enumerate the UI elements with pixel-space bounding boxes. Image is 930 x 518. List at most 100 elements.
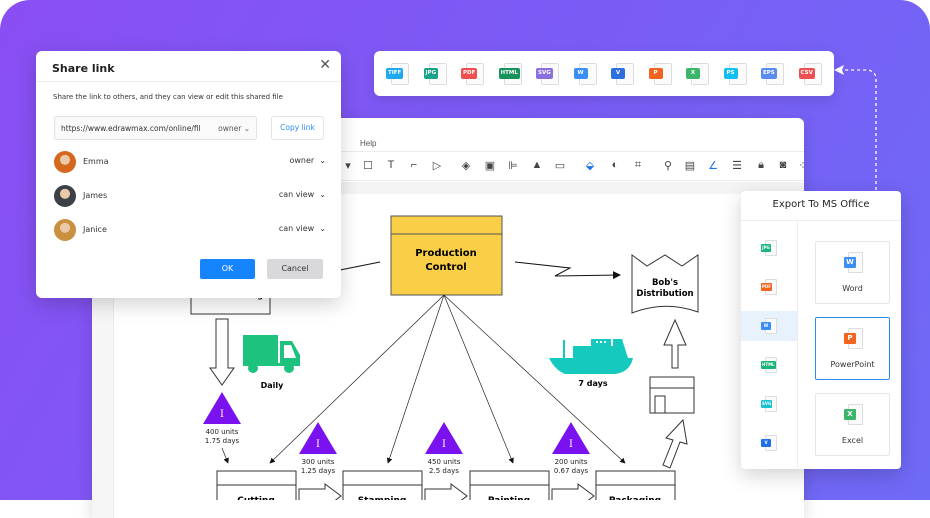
cancel-button[interactable]: Cancel [267,259,323,279]
export-word-button[interactable]: W Word [815,241,890,304]
shipment-arrow-up [663,318,687,369]
avatar [54,151,76,173]
chevron-down-icon: ⌄ [319,190,326,199]
export-side-jpg[interactable]: JPG [741,233,797,263]
process-box[interactable]: Packaging [595,470,676,500]
export-powerpoint-button[interactable]: P PowerPoint [815,317,890,380]
format-tiff-icon[interactable]: TIFF [386,63,410,85]
push-arrow [551,483,595,500]
format-label: V [611,68,625,79]
process-label: Packaging [609,496,661,500]
share-link-url[interactable]: https://www.edrawmax.com/online/fil [61,124,209,133]
file-tag: W [761,322,771,330]
format-label: P [648,68,663,79]
inventory-arrow [221,447,229,464]
user-name: Emma [83,157,109,166]
inventory-triangle[interactable]: I 450 units2.5 days [425,422,463,475]
shared-user-row: James can view ⌄ [54,185,326,207]
close-icon[interactable]: ✕ [319,57,331,73]
excel-icon: X [844,404,864,426]
format-html-icon[interactable]: HTML [498,63,523,85]
divider [797,221,798,469]
shared-user-row: Janice can view ⌄ [54,219,326,241]
export-ms-office-panel: Export To MS Office JPG PDF W HTML SVG V W Wo… [741,191,901,469]
file-tag: X [844,409,856,420]
inventory-triangle[interactable]: I 200 units0.67 days [552,422,590,475]
export-side-v[interactable]: V [741,428,797,458]
format-label: EPS [761,68,777,79]
distribution-label-1: Bob's [652,278,678,288]
distribution-label-2: Distribution [636,289,693,299]
info-line-3 [443,294,514,464]
inventory-days: 0.67 days [554,467,589,475]
format-csv-icon[interactable]: CSV [798,63,823,85]
process-box[interactable]: Cutting [216,470,297,500]
inventory-units: 200 units [555,458,588,466]
user-name: Janice [83,225,107,234]
card-label: Word [842,284,863,293]
format-label: W [573,68,588,79]
file-tag: PDF [761,283,772,291]
format-x-icon[interactable]: X [686,63,710,85]
format-pdf-icon[interactable]: PDF [461,63,485,85]
word-icon: W [844,252,864,274]
format-eps-icon[interactable]: EPS [761,63,785,85]
inventory-days: 1.75 days [205,437,240,445]
file-tag: HTML [761,361,776,369]
inventory-units: 300 units [302,458,335,466]
export-panel-title: Export To MS Office [772,199,870,210]
format-label: CSV [798,68,815,79]
link-permission-dropdown[interactable]: owner ⌄ [218,124,250,133]
role-dropdown[interactable]: can view ⌄ [279,224,326,233]
push-arrow-down [209,318,235,386]
production-control-box[interactable]: Production Control [390,215,503,296]
distribution-shape[interactable]: Bob's Distribution [631,254,699,314]
divider [741,220,901,221]
role-value: can view [278,190,315,199]
format-p-icon[interactable]: P [648,63,673,85]
export-formats-bar: TIFF JPG PDF HTML SVG W V P X PS EPS CSV [374,51,834,96]
card-label: Excel [841,436,864,445]
export-side-w[interactable]: W [741,311,797,341]
dialog-description: Share the link to others, and they can v… [53,93,283,101]
file-v-icon: V [761,435,777,451]
file-jpg-icon: JPG [761,240,777,256]
role-value: can view [278,224,315,233]
format-svg-icon[interactable]: SVG [536,63,560,85]
format-jpg-icon[interactable]: JPG [423,63,448,85]
push-arrow [298,483,342,500]
export-side-html[interactable]: HTML [741,350,797,380]
process-box[interactable]: Stamping [342,470,423,500]
role-dropdown[interactable]: owner ⌄ [289,156,326,165]
export-excel-button[interactable]: X Excel [815,393,890,456]
file-w-icon: W [761,318,777,334]
push-arrow-diagonal [662,418,688,469]
format-label: PS [723,68,738,79]
avatar [54,185,76,207]
format-v-icon[interactable]: V [611,63,635,85]
process-box[interactable]: Painting [469,470,550,500]
production-control-label-1: Production [415,248,477,259]
export-side-pdf[interactable]: PDF [741,272,797,302]
share-link-field[interactable]: https://www.edrawmax.com/online/fil owne… [54,116,257,140]
file-pdf-icon: PDF [761,279,777,295]
file-tag: JPG [761,244,771,252]
file-svg-icon: SVG [761,396,777,412]
ok-button[interactable]: OK [200,259,255,279]
chevron-down-icon: ⌄ [319,156,326,165]
process-label: Stamping [358,496,407,500]
process-label: Painting [488,496,530,500]
file-tag: W [844,257,856,268]
format-w-icon[interactable]: W [573,63,598,85]
inventory-triangle[interactable]: I 400 units1.75 days [203,392,241,445]
avatar [54,219,76,241]
file-tag: V [761,439,771,447]
format-ps-icon[interactable]: PS [723,63,748,85]
format-label: PDF [461,68,478,79]
push-arrow [424,483,468,500]
file-tag: P [844,333,856,344]
role-dropdown[interactable]: can view ⌄ [279,190,326,199]
export-side-svg[interactable]: SVG [741,389,797,419]
powerpoint-icon: P [844,328,864,350]
copy-link-button[interactable]: Copy link [271,116,324,140]
